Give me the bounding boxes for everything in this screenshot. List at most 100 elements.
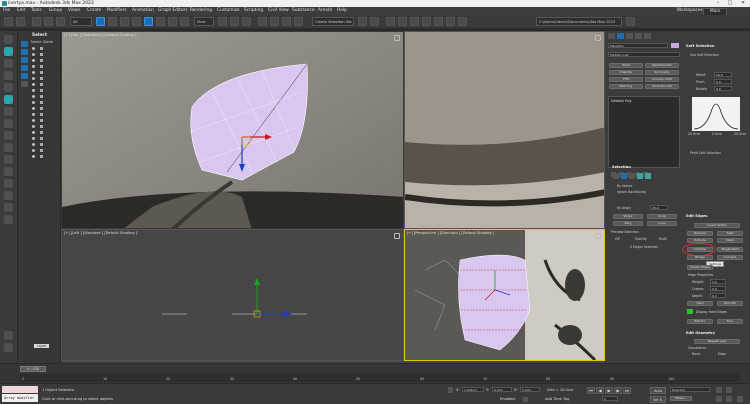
element-mode-icon[interactable] <box>645 173 651 179</box>
timeline[interactable]: 0 / 100 0 10 20 30 40 50 60 70 80 90 100 <box>0 363 750 383</box>
next-frame-button[interactable]: ▶ <box>614 387 622 394</box>
scene-row[interactable] <box>30 112 58 117</box>
viewport-persp-label[interactable]: [+] [Perspective ] [Standard ] [Default … <box>407 231 494 235</box>
select-manipulate-icon[interactable] <box>230 17 239 26</box>
scene-row[interactable] <box>30 124 58 129</box>
scene-row[interactable] <box>30 58 58 63</box>
menu-help[interactable]: Help <box>337 7 347 15</box>
symmetry-button[interactable]: Symmetry <box>645 70 679 75</box>
z-coordinate-field[interactable]: 0.0cm <box>520 387 540 392</box>
angle-snap-icon[interactable] <box>270 17 279 26</box>
constraint-edge-radio[interactable]: Edge <box>718 352 726 356</box>
maxscript-mini[interactable] <box>2 386 38 393</box>
undo-icon[interactable] <box>4 17 13 26</box>
maximize-viewport-icon[interactable] <box>737 396 743 402</box>
meshsmooth-button[interactable]: MeshSmooth <box>645 63 679 68</box>
lock-selection-icon[interactable] <box>448 387 453 393</box>
modifier-list-dropdown[interactable]: Modifier List <box>608 52 680 57</box>
object-name-field[interactable]: Plane001 <box>608 43 668 48</box>
schematic-view-icon[interactable] <box>410 17 419 26</box>
set-key-button[interactable]: Set K. <box>650 396 666 403</box>
by-angle-checkbox[interactable]: By Angle <box>617 206 631 210</box>
container-icon[interactable] <box>4 167 13 176</box>
repeat-last-button[interactable]: Repeat Last <box>694 339 740 344</box>
time-slider[interactable]: 0 / 100 <box>20 366 46 372</box>
settings-icon[interactable] <box>4 215 13 224</box>
angle-field[interactable]: 45.0 <box>650 205 668 210</box>
create-icon[interactable] <box>4 47 13 56</box>
maxscript-listener[interactable]: Array modifier <box>2 394 38 402</box>
weld-button[interactable]: Weld <box>717 238 743 243</box>
bubble-field[interactable]: 0.0 <box>714 86 732 91</box>
menu-tools[interactable]: Tools <box>31 7 42 15</box>
auto-key-button[interactable]: Auto <box>650 387 666 394</box>
selection-rollout-header[interactable]: Selection <box>612 165 631 169</box>
insert-vertex-button[interactable]: Insert Vertex <box>694 223 740 228</box>
scale-icon[interactable] <box>168 17 177 26</box>
scene-row[interactable] <box>30 136 58 141</box>
menu-group[interactable]: Group <box>49 7 62 15</box>
select-icon[interactable] <box>4 35 13 44</box>
render-setup-icon[interactable] <box>434 17 443 26</box>
menu-modifiers[interactable]: Modifiers <box>107 7 127 15</box>
filter-spacewarps-icon[interactable] <box>21 81 28 87</box>
border-mode-icon[interactable] <box>629 173 635 179</box>
filter-geometry-icon[interactable] <box>21 41 28 47</box>
scene-row[interactable] <box>30 130 58 135</box>
unlink-icon[interactable] <box>44 17 53 26</box>
modifier-stack[interactable]: Editable Poly <box>608 96 680 168</box>
edit-tri-button[interactable]: Edit Tri. <box>687 319 713 324</box>
by-vertex-checkbox[interactable]: By Vertex <box>617 184 632 188</box>
material-editor-icon[interactable] <box>422 17 431 26</box>
x-coordinate-field[interactable]: 1.526cm <box>462 387 484 392</box>
layer-button[interactable]: Layer <box>34 344 50 348</box>
lights-icon[interactable] <box>4 71 13 80</box>
menu-customize[interactable]: Customize <box>217 7 240 15</box>
mirror-icon[interactable] <box>358 17 367 26</box>
filter-icon[interactable] <box>4 179 13 188</box>
depth-field[interactable]: 0.0 <box>710 293 726 298</box>
layer-explorer-icon[interactable] <box>386 17 395 26</box>
scene-row[interactable] <box>30 64 58 69</box>
link-icon[interactable] <box>32 17 41 26</box>
ignore-backfacing-checkbox[interactable]: Ignore Backfacing <box>617 190 646 194</box>
render-production-icon[interactable] <box>458 17 467 26</box>
shell-button[interactable]: Shell <box>609 63 643 68</box>
crease-field[interactable]: 0.0 <box>710 286 726 291</box>
menu-rendering[interactable]: Rendering <box>190 7 212 15</box>
scene-row[interactable] <box>30 148 58 153</box>
scene-row[interactable] <box>30 88 58 93</box>
menu-civil-view[interactable]: Civil View <box>268 7 289 15</box>
selection-filter-dropdown[interactable]: All <box>70 17 92 26</box>
hide-icon[interactable] <box>4 143 13 152</box>
keyboard-shortcut-icon[interactable] <box>242 17 251 26</box>
scene-row[interactable] <box>30 100 58 105</box>
viewport-left-label[interactable]: [+] [Left ] [Standard ] [Default Shading… <box>64 231 137 235</box>
key-mode-dropdown[interactable]: Selected <box>670 387 710 392</box>
menu-substance[interactable]: Substance <box>292 7 314 15</box>
place-icon[interactable] <box>180 17 189 26</box>
scene-column-header[interactable]: Name (Sorte <box>31 40 53 44</box>
goto-start-button[interactable]: ⏮ <box>587 387 595 394</box>
move-icon[interactable] <box>144 17 153 26</box>
zoom-icon[interactable] <box>716 387 722 393</box>
preview-multi-radio[interactable]: Multi <box>659 237 667 241</box>
hard-edges-color-swatch[interactable] <box>687 309 693 314</box>
viewport-top-label[interactable]: [+] [Top ] [Standard ] [Default Shading … <box>64 33 136 37</box>
spinner-snap-icon[interactable] <box>294 17 303 26</box>
hard-button[interactable]: Hard <box>687 301 713 306</box>
curve-editor-icon[interactable] <box>398 17 407 26</box>
scene-row[interactable] <box>30 70 58 75</box>
tab-modify-icon[interactable] <box>617 33 624 39</box>
play-button[interactable]: ▶ <box>605 387 613 394</box>
freeze-icon[interactable] <box>4 131 13 140</box>
loop-button[interactable]: Loop <box>647 221 677 226</box>
pan-icon[interactable] <box>716 396 722 402</box>
menu-animation[interactable]: Animation <box>132 7 154 15</box>
scene-row[interactable] <box>30 46 58 51</box>
paint-soft-selection[interactable]: Paint Soft Selection <box>690 151 721 155</box>
scene-row[interactable] <box>30 142 58 147</box>
weight-field[interactable]: 1.0 <box>710 279 726 284</box>
object-color-swatch[interactable] <box>671 43 679 48</box>
display-hard-edges-checkbox[interactable]: Display Hard Edges <box>696 310 727 314</box>
